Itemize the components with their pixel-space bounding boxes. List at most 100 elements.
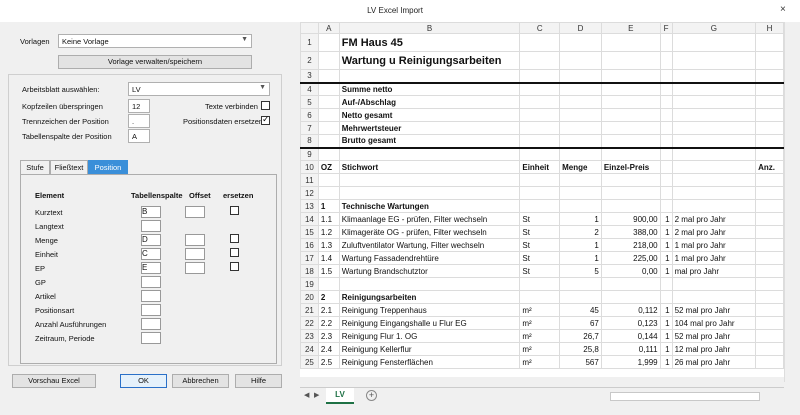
cell[interactable]: [519, 186, 561, 200]
cell[interactable]: 2.4: [317, 342, 340, 356]
cell[interactable]: 104 mal pro Jahr: [671, 316, 757, 330]
cell[interactable]: [671, 199, 757, 213]
cell[interactable]: m²: [519, 355, 561, 369]
cancel-button[interactable]: Abbrechen: [172, 374, 229, 388]
cell[interactable]: 0,111: [600, 342, 661, 356]
cell[interactable]: [671, 51, 757, 70]
column-header[interactable]: B: [338, 22, 521, 34]
cell[interactable]: [317, 121, 340, 135]
column-header[interactable]: G: [671, 22, 757, 34]
cell[interactable]: [755, 212, 784, 226]
cell[interactable]: Reinigung Eingangshalle u Flur EG: [338, 316, 521, 330]
cell[interactable]: 1: [659, 238, 673, 252]
cell[interactable]: Netto gesamt: [338, 108, 521, 122]
cell[interactable]: [559, 290, 602, 304]
row-header[interactable]: 23: [300, 329, 319, 343]
column-header[interactable]: C: [519, 22, 561, 34]
help-button[interactable]: Hilfe: [235, 374, 282, 388]
cell[interactable]: [559, 33, 602, 52]
cell[interactable]: 0,123: [600, 316, 661, 330]
row-header[interactable]: 14: [300, 212, 319, 226]
cell[interactable]: [659, 290, 673, 304]
cell[interactable]: 1: [659, 342, 673, 356]
cell[interactable]: [659, 186, 673, 200]
cell[interactable]: [659, 108, 673, 122]
cell[interactable]: [671, 134, 757, 149]
cell[interactable]: [317, 95, 340, 109]
cell[interactable]: 1: [559, 238, 602, 252]
positionsart-column-input[interactable]: [141, 304, 161, 316]
cell[interactable]: [559, 147, 602, 161]
cell[interactable]: [317, 69, 340, 84]
cell[interactable]: [559, 108, 602, 122]
cell[interactable]: [600, 95, 661, 109]
arbeitsblatt-select[interactable]: LV ▼: [128, 82, 270, 96]
cell[interactable]: [671, 160, 757, 174]
cell[interactable]: [600, 134, 661, 149]
cell[interactable]: [519, 108, 561, 122]
cell[interactable]: Summe netto: [338, 82, 521, 96]
cell[interactable]: 1 mal pro Jahr: [671, 238, 757, 252]
row-header[interactable]: 22: [300, 316, 319, 330]
ep-replace-checkbox[interactable]: [230, 262, 239, 271]
cell[interactable]: FM Haus 45: [338, 33, 521, 52]
cell[interactable]: [338, 147, 521, 161]
tab-fliesstext[interactable]: Fließtext: [50, 160, 88, 174]
cell[interactable]: [317, 134, 340, 149]
row-header[interactable]: 12: [300, 186, 319, 200]
menge-offset-input[interactable]: [185, 234, 205, 246]
cell[interactable]: 1: [659, 303, 673, 317]
row-header[interactable]: 2: [300, 51, 319, 70]
cell[interactable]: Reinigung Treppenhaus: [338, 303, 521, 317]
nav-prev-icon[interactable]: ◀: [304, 391, 309, 399]
cell[interactable]: 52 mal pro Jahr: [671, 329, 757, 343]
cell[interactable]: [559, 134, 602, 149]
cell[interactable]: [338, 277, 521, 291]
cell[interactable]: [519, 173, 561, 187]
anzahl-column-input[interactable]: [141, 318, 161, 330]
cell[interactable]: 1.1: [317, 212, 340, 226]
cell[interactable]: m²: [519, 316, 561, 330]
cell[interactable]: Klimageräte OG - prüfen, Filter wechseln: [338, 225, 521, 239]
cell[interactable]: [317, 82, 340, 96]
cell[interactable]: [659, 69, 673, 84]
cell[interactable]: 5: [559, 264, 602, 278]
cell[interactable]: [659, 51, 673, 70]
cell[interactable]: [755, 329, 784, 343]
row-header[interactable]: 8: [300, 134, 319, 149]
cell[interactable]: [600, 121, 661, 135]
cell[interactable]: Reinigung Fensterflächen: [338, 355, 521, 369]
cell[interactable]: 2 mal pro Jahr: [671, 212, 757, 226]
cell[interactable]: [559, 69, 602, 84]
cell[interactable]: Wartung Fassadendrehtüre: [338, 251, 521, 265]
cell[interactable]: [659, 134, 673, 149]
cell[interactable]: Stichwort: [338, 160, 521, 174]
row-header[interactable]: 1: [300, 33, 319, 52]
cell[interactable]: 1.3: [317, 238, 340, 252]
cell[interactable]: [755, 33, 784, 52]
cell[interactable]: [659, 82, 673, 96]
langtext-column-input[interactable]: [141, 220, 161, 232]
row-header[interactable]: 11: [300, 173, 319, 187]
column-header[interactable]: E: [600, 22, 661, 34]
cell[interactable]: [317, 277, 340, 291]
cell[interactable]: [519, 121, 561, 135]
cell[interactable]: [755, 51, 784, 70]
row-header[interactable]: 18: [300, 264, 319, 278]
cell[interactable]: [600, 199, 661, 213]
cell[interactable]: 0,112: [600, 303, 661, 317]
cell[interactable]: [519, 33, 561, 52]
cell[interactable]: [317, 108, 340, 122]
horizontal-scrollbar[interactable]: [610, 392, 760, 401]
cell[interactable]: [317, 51, 340, 70]
cell[interactable]: 45: [559, 303, 602, 317]
cell[interactable]: [519, 95, 561, 109]
preview-excel-button[interactable]: Vorschau Excel: [12, 374, 96, 388]
cell[interactable]: St: [519, 212, 561, 226]
cell[interactable]: [671, 121, 757, 135]
row-header[interactable]: 24: [300, 342, 319, 356]
cell[interactable]: [317, 147, 340, 161]
cell[interactable]: [755, 342, 784, 356]
cell[interactable]: [755, 238, 784, 252]
column-header[interactable]: F: [659, 22, 673, 34]
